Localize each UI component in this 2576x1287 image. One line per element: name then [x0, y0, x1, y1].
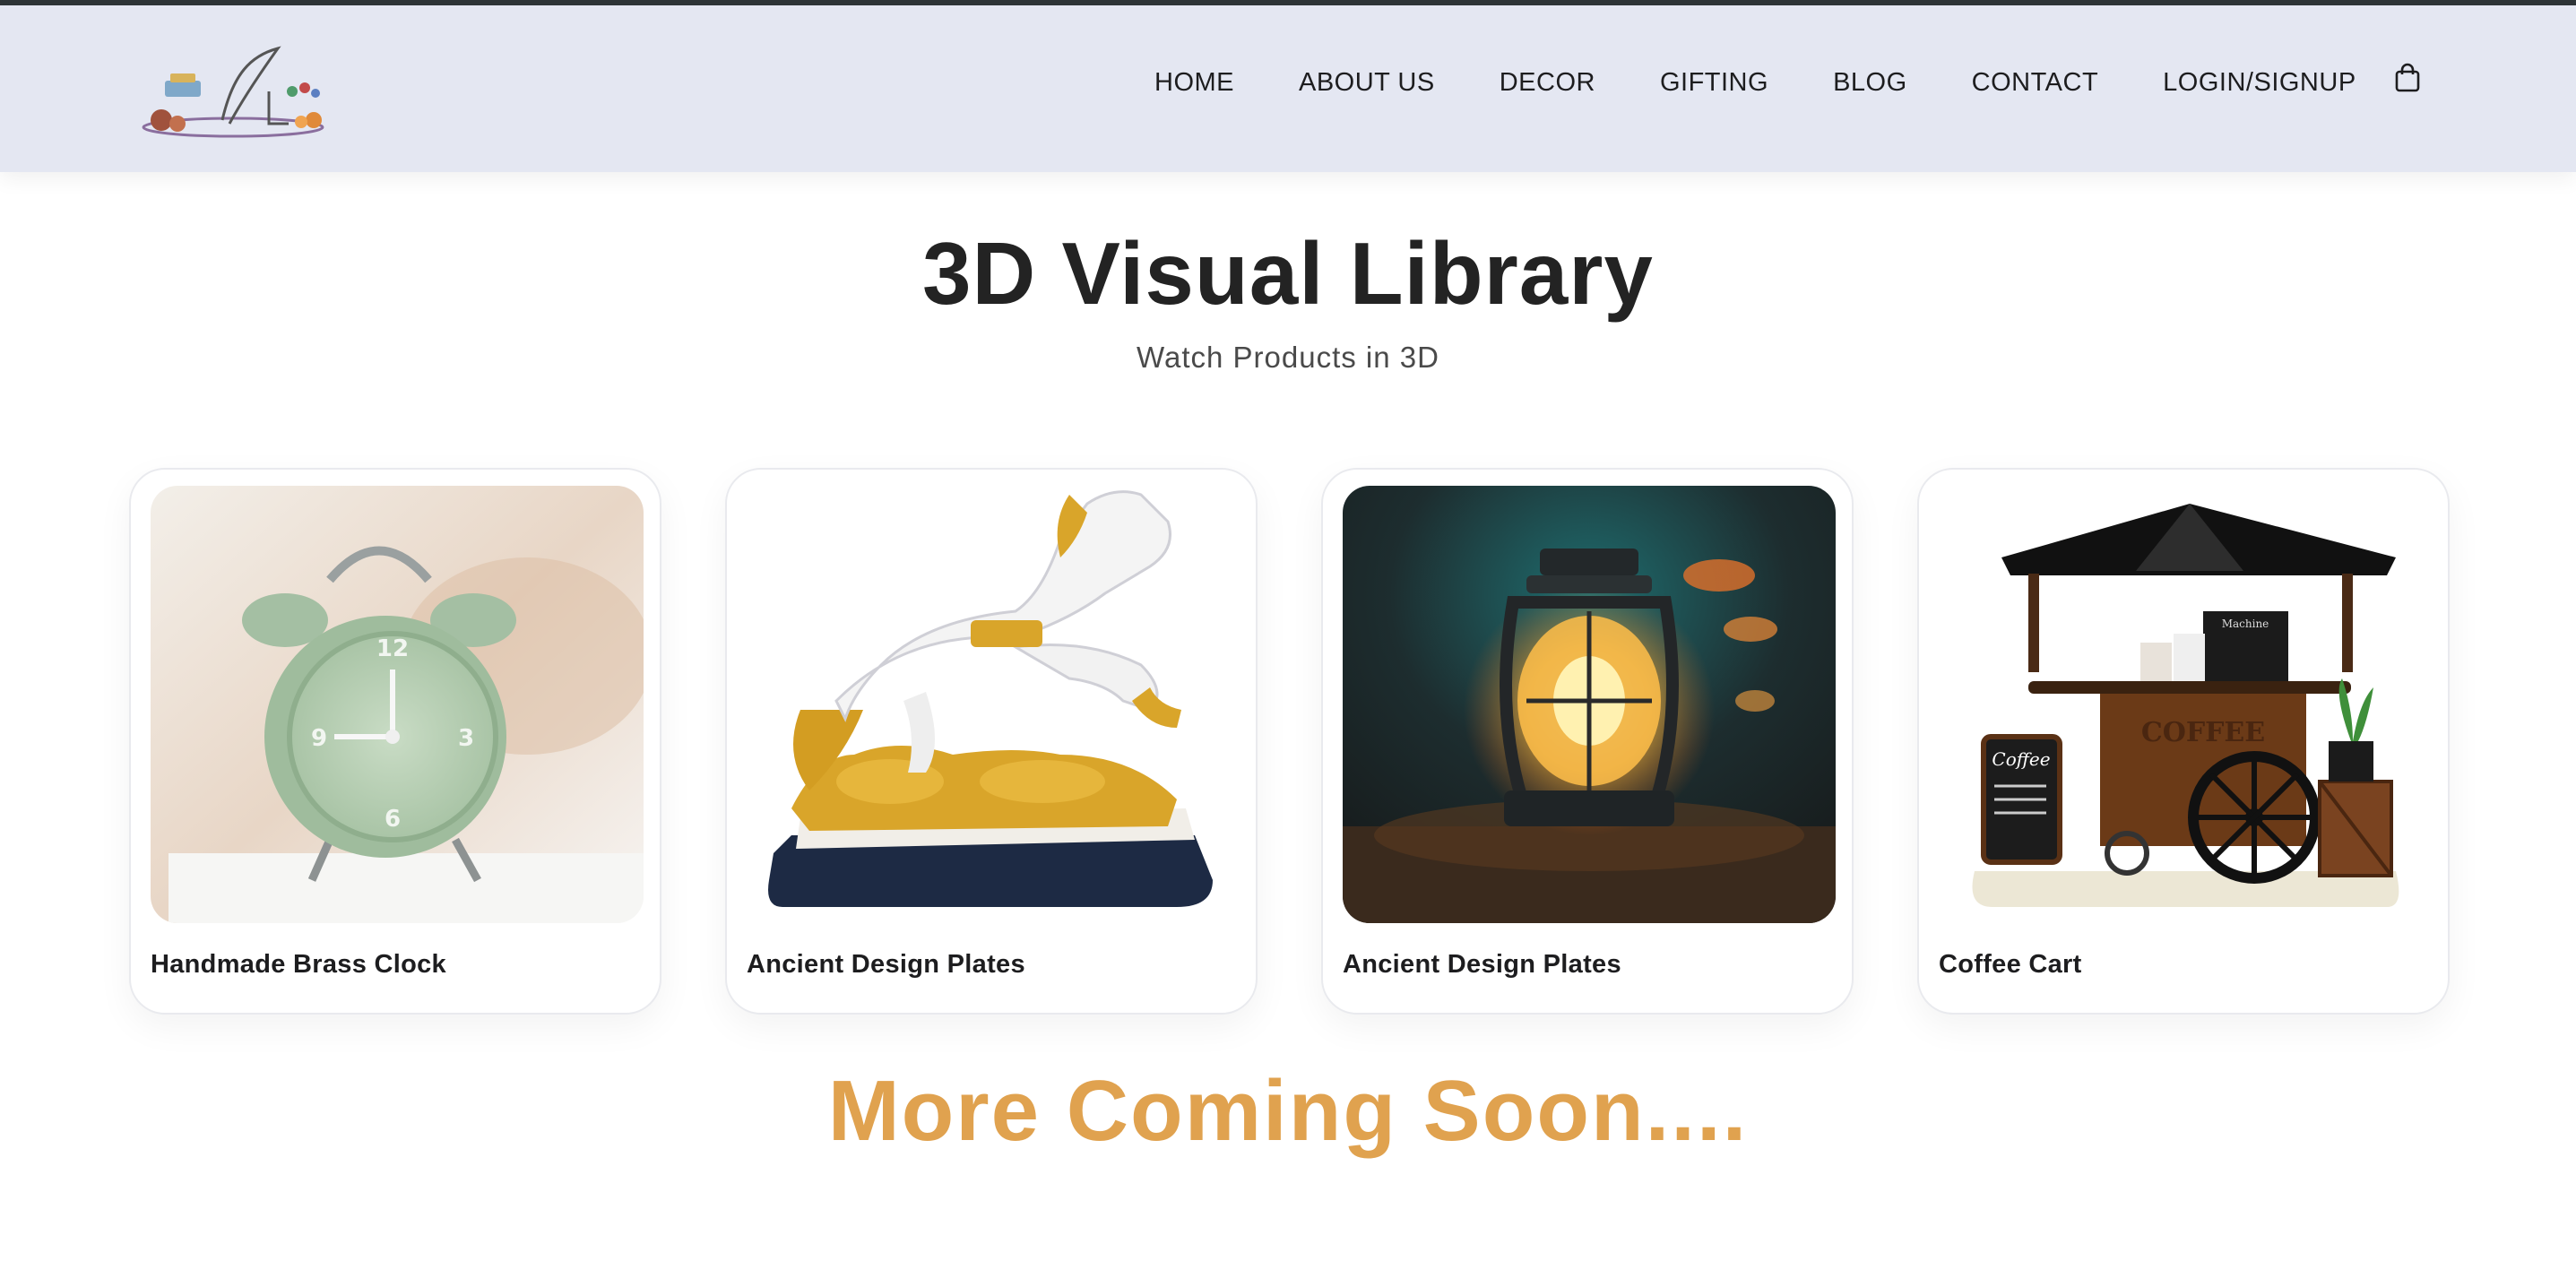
product-card[interactable]: Machine COFFEE Coffee Coffee Cart	[1917, 468, 2450, 1015]
horse-statue-image	[747, 486, 1240, 923]
product-card[interactable]: 12 3 6 9 Handmade Brass Clock	[129, 468, 661, 1015]
product-card[interactable]: Ancient Design Plates	[1321, 468, 1854, 1015]
coffee-cart-sign: COFFEE	[2141, 717, 2265, 748]
nav-blog[interactable]: BLOG	[1833, 61, 1907, 104]
coffee-board-text: Coffee	[1992, 748, 2050, 770]
nav-contact[interactable]: CONTACT	[1972, 61, 2099, 104]
product-name[interactable]: Ancient Design Plates	[747, 950, 1025, 980]
alarm-clock-image: 12 3 6 9	[151, 486, 644, 923]
coffee-cart-image: Machine COFFEE Coffee	[1939, 486, 2432, 923]
nav-gifting[interactable]: GIFTING	[1660, 61, 1768, 104]
shopping-bag-icon[interactable]	[2393, 63, 2422, 93]
page-subtitle: Watch Products in 3D	[1137, 341, 1439, 374]
main-nav: HOME ABOUT US DECOR GIFTING BLOG CONTACT…	[1154, 61, 2421, 104]
nav-about-us[interactable]: ABOUT US	[1299, 61, 1435, 104]
product-name[interactable]: Handmade Brass Clock	[151, 950, 446, 980]
product-card[interactable]: Ancient Design Plates	[725, 468, 1258, 1015]
nav-login-signup[interactable]: LOGIN/SIGNUP	[2163, 61, 2356, 104]
product-name[interactable]: Coffee Cart	[1939, 950, 2082, 980]
nav-home[interactable]: HOME	[1154, 61, 1234, 104]
svg-text:9: 9	[311, 725, 327, 752]
page-title: 3D Visual Library	[922, 224, 1654, 323]
coming-soon-heading: More Coming Soon....	[827, 1063, 1749, 1159]
lantern-image	[1343, 486, 1836, 923]
brand-logo-icon[interactable]	[134, 38, 341, 145]
site-header: HOME ABOUT US DECOR GIFTING BLOG CONTACT…	[0, 5, 2576, 172]
coffee-machine-label: Machine	[2222, 618, 2269, 630]
svg-text:6: 6	[385, 806, 401, 833]
nav-decor[interactable]: DECOR	[1500, 61, 1595, 104]
svg-text:12: 12	[376, 635, 409, 662]
svg-text:3: 3	[458, 725, 474, 752]
product-name[interactable]: Ancient Design Plates	[1343, 950, 1621, 980]
